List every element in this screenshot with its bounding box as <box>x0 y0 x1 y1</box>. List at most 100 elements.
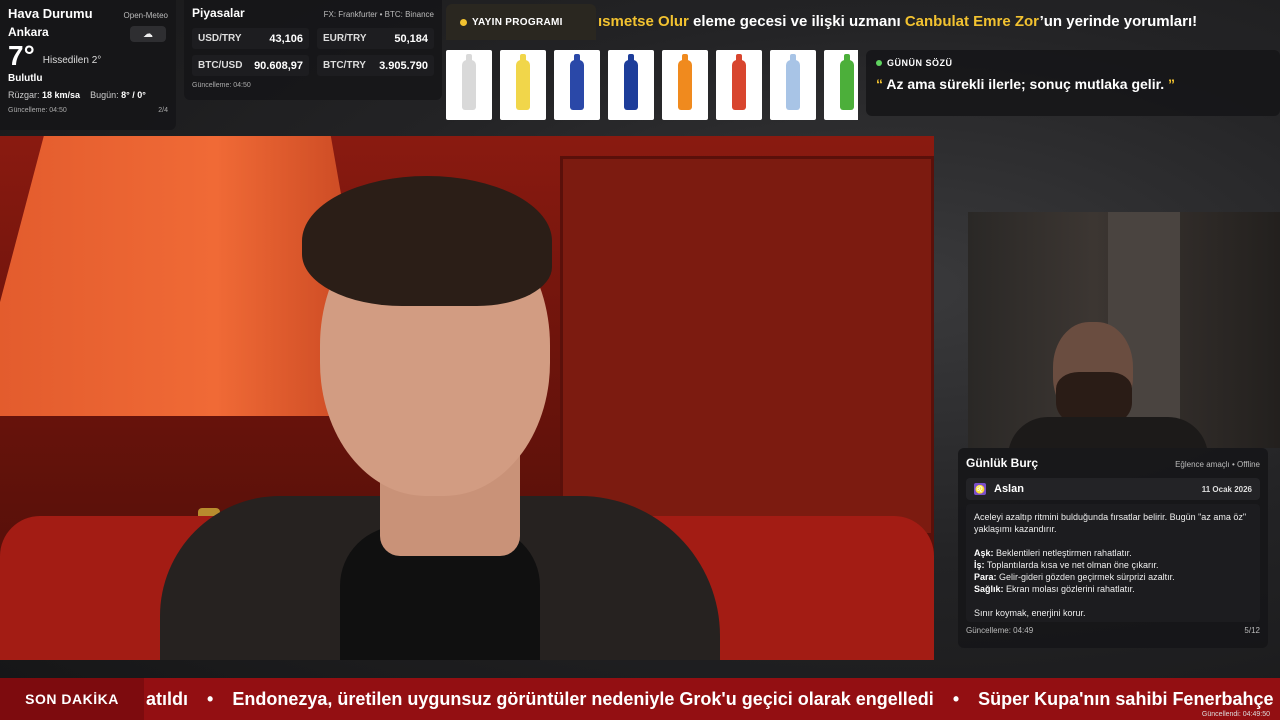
quote-body: Az ama sürekli ilerle; sonuç mutlaka gel… <box>883 76 1169 92</box>
product-tile <box>824 50 858 120</box>
status-dot-icon <box>876 60 882 66</box>
breaking-news-ticker: atıldı • Endonezya, üretilen uygunsuz gö… <box>144 689 1280 710</box>
weather-updated: Güncelleme: 04:50 <box>8 107 67 114</box>
weather-title: Hava Durumu <box>8 6 93 21</box>
blue-bottles-icon <box>624 54 638 110</box>
horoscope-work: İş: Toplantılarda kısa ve net olman öne … <box>974 559 1252 571</box>
ticker-text: eleme gecesi ve ilişki uzmanı <box>688 13 905 30</box>
horoscope-sign: Aslan <box>994 483 1024 495</box>
webcam-person-body <box>1008 417 1208 448</box>
money-label: Para: <box>974 572 997 582</box>
water-bottle-icon <box>462 54 476 110</box>
product-tile <box>608 50 654 120</box>
product-tile <box>662 50 708 120</box>
horoscope-status: Eğlence amaçlı • Offline <box>1175 460 1260 469</box>
market-symbol: BTC/USD <box>198 60 243 71</box>
horoscope-body: Aceleyi azaltıp ritmini bulduğunda fırsa… <box>966 504 1260 622</box>
video-wall-panel <box>560 156 934 536</box>
weather-widget: Hava Durumu Open-Meteo Ankara ☁ 7° Hisse… <box>0 0 176 130</box>
weather-temperature: 7° <box>8 40 35 71</box>
today-value: 8° / 0° <box>121 90 146 100</box>
horoscope-sign-row: ♌ Aslan 11 Ocak 2026 <box>966 478 1260 500</box>
today-label: Bugün: <box>90 90 119 100</box>
product-tile <box>716 50 762 120</box>
weather-details: Rüzgar: 18 km/sa Bugün: 8° / 0° <box>8 90 168 100</box>
horoscope-love: Aşk: Beklentileri netleştirmen rahatlatı… <box>974 547 1252 559</box>
market-item: BTC/USD 90.608,97 <box>192 55 309 76</box>
love-text: Beklentileri netleştirmen rahatlatır. <box>993 548 1132 558</box>
weather-page-indicator: 2/4 <box>158 107 168 114</box>
news-item: atıldı <box>146 688 189 709</box>
horoscope-date: 11 Ocak 2026 <box>1201 484 1252 494</box>
horoscope-intro: Aceleyi azaltıp ritmini bulduğunda fırsa… <box>974 512 1247 534</box>
money-text: Gelir-gideri gözden geçirmek sürprizi az… <box>996 572 1175 582</box>
news-separator: • <box>952 688 960 709</box>
quote-label: GÜNÜN SÖZÜ <box>887 58 953 68</box>
green-soda-bottle-icon <box>840 54 854 110</box>
markets-title: Piyasalar <box>192 6 245 20</box>
wind-label: Rüzgar: <box>8 90 40 100</box>
weather-feels-like: Hissedilen 2° <box>42 54 102 66</box>
work-text: Toplantılarda kısa ve net olman öne çıka… <box>984 560 1159 570</box>
health-text: Ekran molası gözlerini rahatlatır. <box>1003 584 1135 594</box>
schedule-label: YAYIN PROGRAMI <box>472 16 563 28</box>
markets-updated: Güncelleme: 04:50 <box>192 82 251 89</box>
market-value: 90.608,97 <box>254 59 303 72</box>
product-tile <box>554 50 600 120</box>
product-tile <box>500 50 546 120</box>
market-value: 43,106 <box>269 32 303 45</box>
webcam-feed[interactable] <box>968 212 1280 448</box>
market-symbol: USD/TRY <box>198 33 242 44</box>
market-value: 50,184 <box>394 32 428 45</box>
mineral-water-bottles-icon <box>786 54 800 110</box>
breaking-news-updated: Güncellendi: 04:49:50 <box>1201 711 1270 718</box>
ticker-highlight: Canbulat Emre Zor <box>904 13 1040 30</box>
breaking-news-label: SON DAKİKA <box>0 678 144 720</box>
weather-condition: Bulutlu <box>8 73 43 84</box>
markets-grid: USD/TRY 43,106 EUR/TRY 50,184 BTC/USD 90… <box>192 28 434 76</box>
market-item: USD/TRY 43,106 <box>192 28 309 49</box>
horoscope-updated: Güncelleme: 04:49 <box>966 626 1034 635</box>
horoscope-widget: Günlük Burç Eğlence amaçlı • Offline ♌ A… <box>958 448 1268 648</box>
cloud-icon: ☁ <box>130 26 166 42</box>
horoscope-money: Para: Gelir-gideri gözden geçirmek sürpr… <box>974 571 1252 583</box>
news-separator: • <box>207 688 214 709</box>
deep-can-icon <box>570 54 584 110</box>
market-symbol: BTC/TRY <box>323 60 366 71</box>
wind-value: 18 km/sa <box>42 90 81 100</box>
live-dot-icon <box>460 18 467 26</box>
quote-close-mark: ” <box>1168 76 1176 92</box>
product-tile <box>770 50 816 120</box>
lemon-soda-bottle-icon <box>516 54 530 110</box>
market-value: 3.905.790 <box>379 59 428 72</box>
quote-open-mark: “ <box>876 76 883 92</box>
market-symbol: EUR/TRY <box>323 33 367 44</box>
horoscope-title: Günlük Burç <box>966 456 1039 470</box>
video-person-hair <box>302 176 552 306</box>
product-tile <box>446 50 492 120</box>
orange-soda-bottle-icon <box>678 54 692 110</box>
schedule-button[interactable]: YAYIN PROGRAMI <box>446 4 596 40</box>
breaking-news-bar: SON DAKİKA atıldı • Endonezya, üretilen … <box>0 678 1280 720</box>
news-item: Süper Kupa'nın sahibi Fenerbahçe <box>978 688 1274 709</box>
quote-text: “ Az ama sürekli ilerle; sonuç mutlaka g… <box>876 76 1270 92</box>
leo-icon: ♌ <box>974 483 986 495</box>
top-ticker: ısmetse Olur eleme gecesi ve ilişki uzma… <box>598 8 1268 36</box>
horoscope-page-indicator: 5/12 <box>1244 626 1260 635</box>
love-label: Aşk: <box>974 548 994 558</box>
work-label: İş: <box>974 560 985 570</box>
ticker-highlight: ısmetse Olur <box>598 13 689 30</box>
product-ad-strip <box>446 50 858 122</box>
markets-source: FX: Frankfurter • BTC: Binance <box>323 10 434 19</box>
soda-multipack-icon <box>732 54 746 110</box>
markets-widget: Piyasalar FX: Frankfurter • BTC: Binance… <box>184 0 442 100</box>
quote-widget: GÜNÜN SÖZÜ “ Az ama sürekli ilerle; sonu… <box>866 50 1280 116</box>
horoscope-health: Sağlık: Ekran molası gözlerini rahatlatı… <box>974 583 1252 595</box>
health-label: Sağlık: <box>974 584 1004 594</box>
horoscope-advice: Sınır koymak, enerjini korur. <box>974 608 1086 618</box>
market-item: BTC/TRY 3.905.790 <box>317 55 434 76</box>
news-item: Endonezya, üretilen uygunsuz görüntüler … <box>232 688 934 709</box>
main-video[interactable] <box>0 136 934 660</box>
weather-source: Open-Meteo <box>123 11 168 20</box>
ticker-text: ’un yerinde yorumları! <box>1039 13 1198 30</box>
